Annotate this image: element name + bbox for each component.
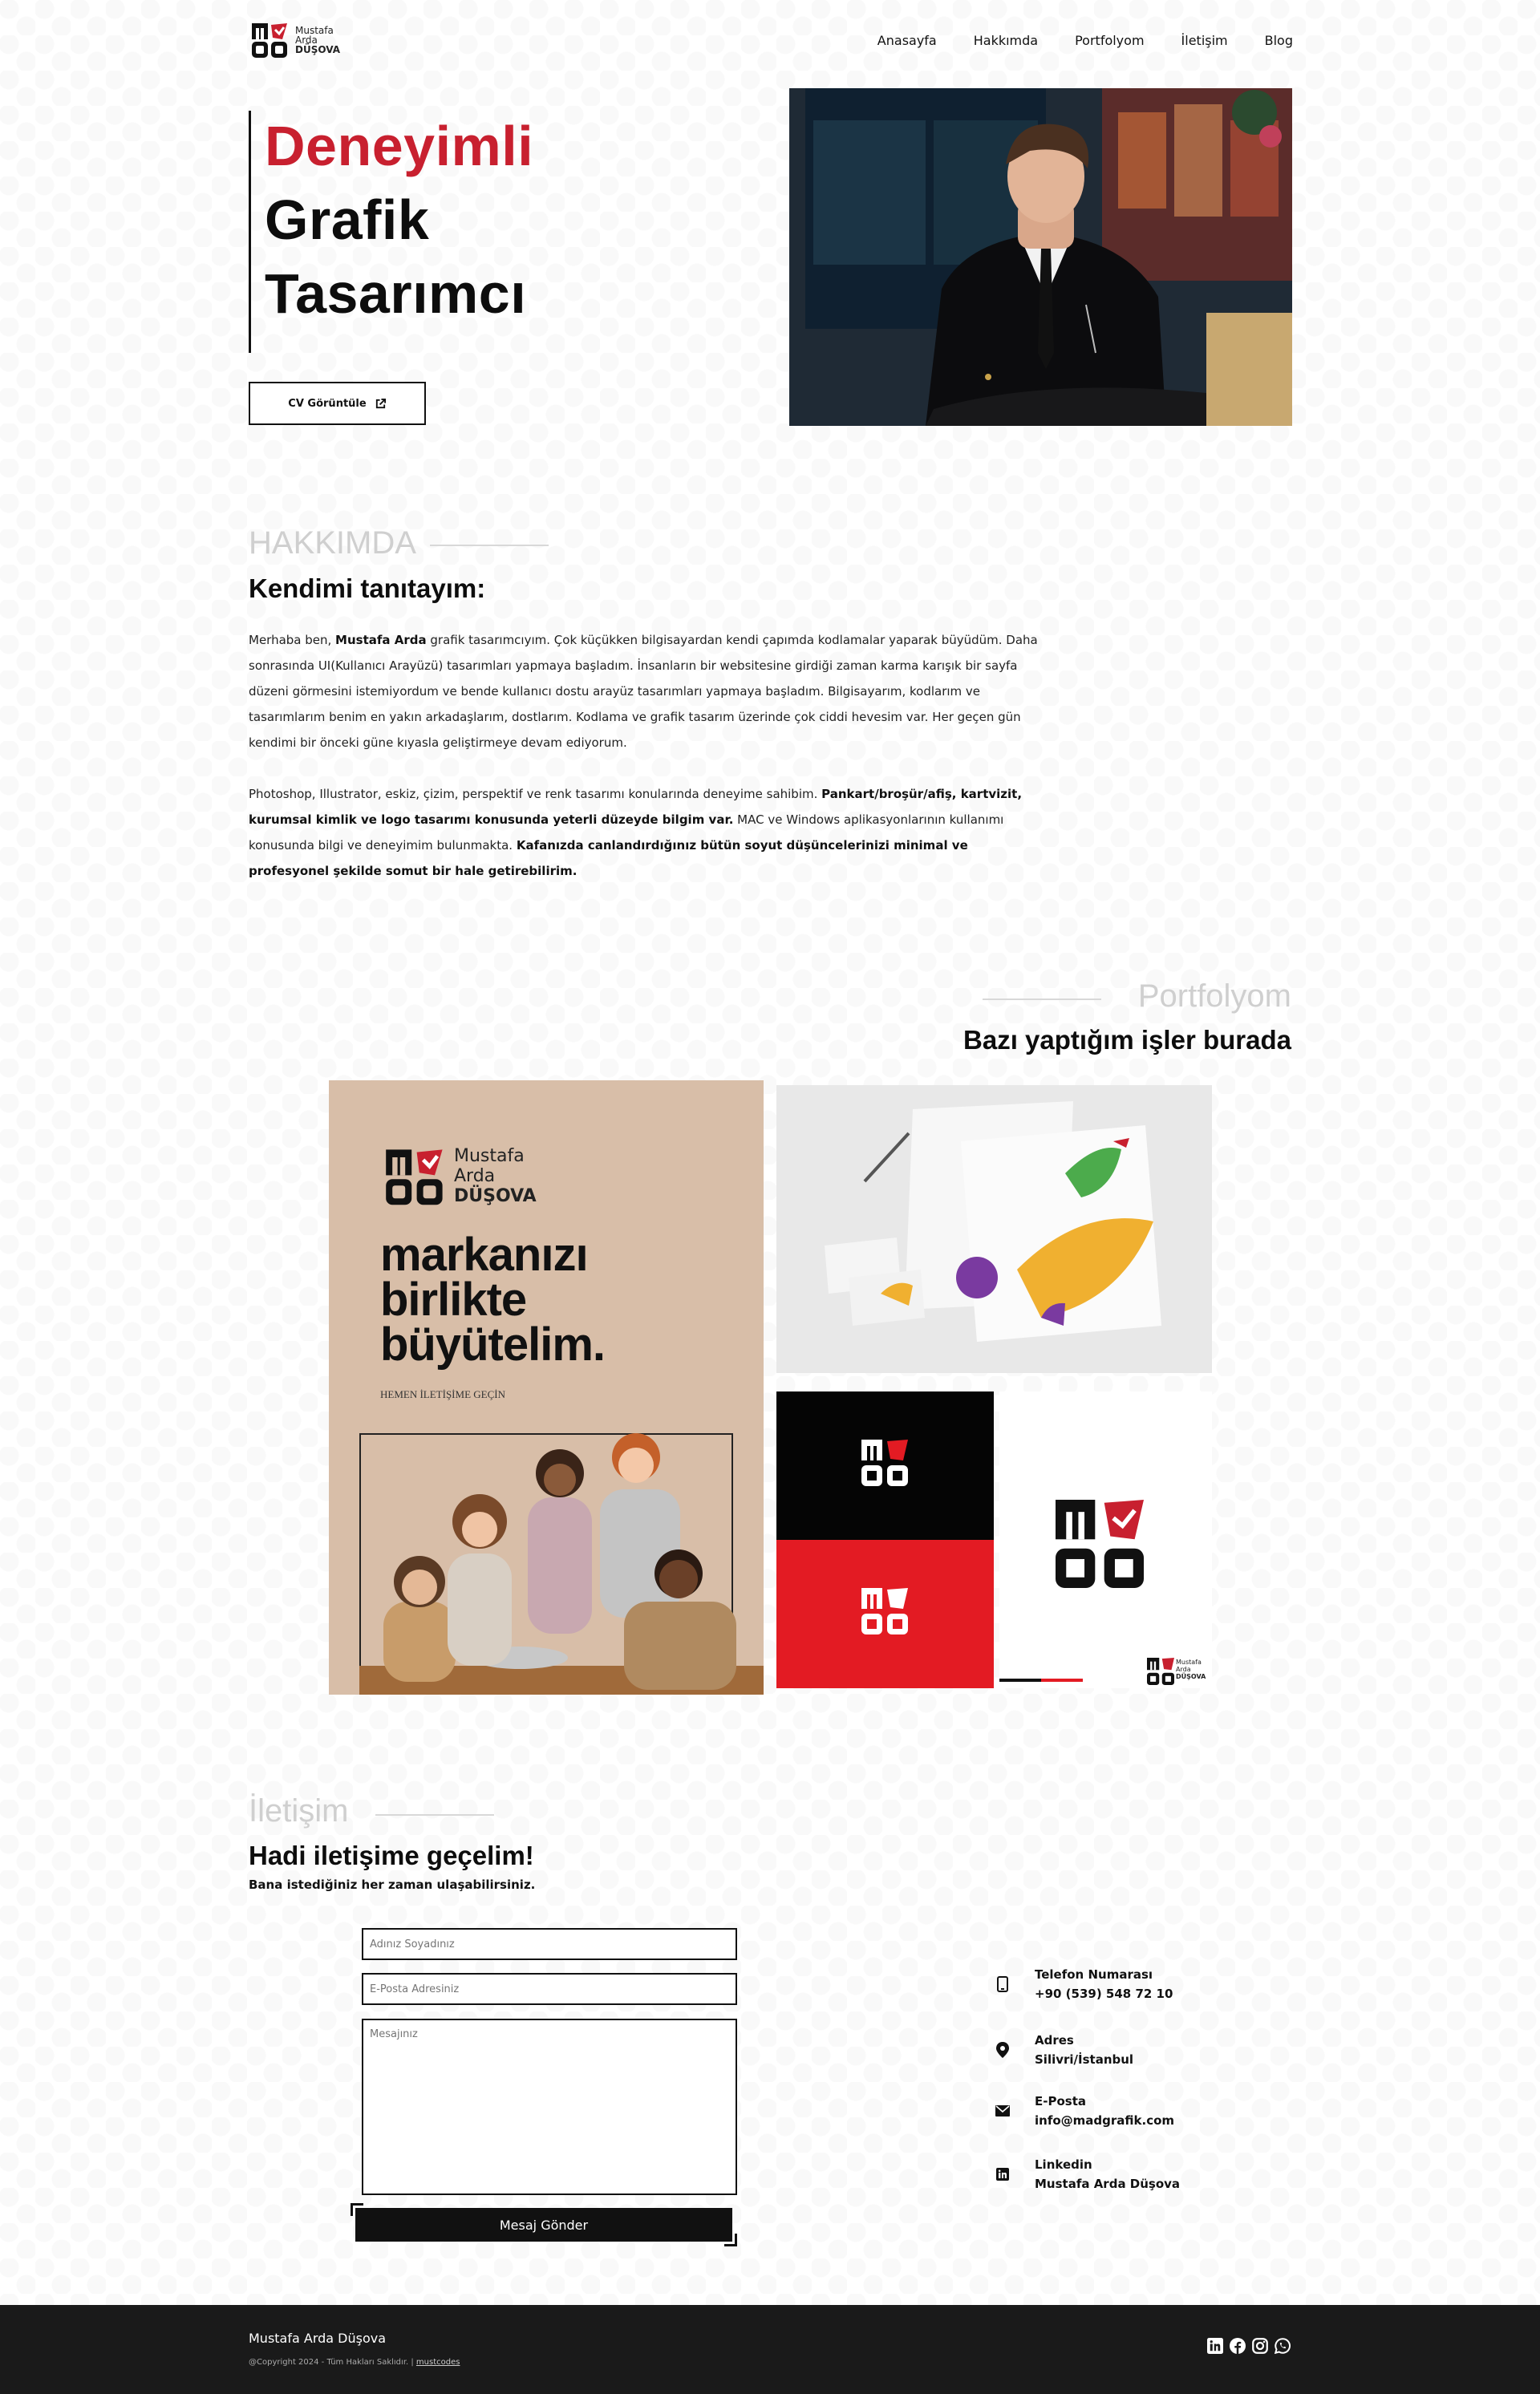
poster-brand: Mustafa Arda DÜŞOVA <box>454 1146 537 1206</box>
whatsapp-social-icon[interactable] <box>1274 2337 1291 2355</box>
social-links <box>1206 2337 1291 2355</box>
linkedin-social-icon[interactable] <box>1206 2337 1224 2355</box>
poster-team-photo <box>359 1433 764 1695</box>
poster-brand-line-3: DÜŞOVA <box>454 1186 537 1206</box>
contact-subtitle: Bana istediğiniz her zaman ulaşabilirsin… <box>249 1878 536 1892</box>
logo-small-brand: Mustafa Arda DÜŞOVA <box>1176 1659 1206 1680</box>
mini-brand-line-1: Mustafa <box>1176 1659 1202 1666</box>
linkedin-value: Mustafa Arda Düşova <box>1035 2177 1181 2191</box>
contact-info-address: Adres Silivri/İstanbul <box>995 2031 1133 2069</box>
logo-large-icon <box>1056 1500 1144 1588</box>
portfolio-item-poster[interactable]: Mustafa Arda DÜŞOVA markanızı birlikte b… <box>329 1080 764 1695</box>
portfolio-item-logo-white[interactable]: Mustafa Arda DÜŞOVA <box>999 1391 1212 1688</box>
poster-headline-3: büyütelim. <box>380 1319 606 1371</box>
cv-view-label: CV Görüntüle <box>288 397 367 410</box>
brand-line-3: DÜŞOVA <box>295 44 340 55</box>
footer-link[interactable]: mustcodes <box>416 2358 460 2367</box>
site-footer <box>0 2305 1540 2394</box>
email-label: E-Posta <box>1035 2094 1086 2108</box>
nav-anasayfa[interactable]: Anasayfa <box>877 33 937 48</box>
color-swatch-red <box>1041 1679 1083 1682</box>
location-icon <box>995 2042 1011 2058</box>
about-paragraph-2: Photoshop, Illustrator, eskiz, çizim, pe… <box>249 781 1051 884</box>
contact-info-phone[interactable]: Telefon Numarası +90 (539) 548 72 10 <box>995 1965 1173 2003</box>
profile-photo-illustration <box>789 88 1292 426</box>
address-label: Adres <box>1035 2033 1074 2048</box>
contact-kicker: İletişim <box>249 1793 349 1829</box>
poster-headline: markanızı birlikte büyütelim. <box>380 1229 606 1371</box>
portfolio-title: Bazı yaptığım işler burada <box>963 1025 1291 1055</box>
about-kicker-line <box>430 545 549 546</box>
phone-icon <box>995 1976 1011 1992</box>
logo-small-icon <box>1147 1658 1174 1685</box>
nav-portfolyom[interactable]: Portfolyom <box>1075 33 1144 48</box>
branding-mockup-illustration <box>776 1085 1212 1373</box>
linkedin-icon <box>995 2166 1011 2182</box>
portfolio-kicker-line <box>983 999 1101 1000</box>
cv-view-button[interactable]: CV Görüntüle <box>249 382 426 425</box>
mail-icon <box>995 2103 1011 2119</box>
hero-title: Deneyimli Grafik Tasarımcı <box>265 109 533 330</box>
phone-value: +90 (539) 548 72 10 <box>1035 1987 1173 2001</box>
about-kicker: HAKKIMDA <box>249 525 416 561</box>
portfolio-item-logo-variants[interactable] <box>776 1391 994 1688</box>
message-textarea[interactable] <box>362 2019 737 2195</box>
poster-logo-icon <box>386 1149 443 1205</box>
about-title: Kendimi tanıtayım: <box>249 573 486 603</box>
contact-info-linkedin[interactable]: Linkedin Mustafa Arda Düşova <box>995 2155 1180 2193</box>
footer-name: Mustafa Arda Düşova <box>249 2331 387 2346</box>
send-message-button[interactable]: Mesaj Gönder <box>355 2208 732 2242</box>
portfolio-item-branding[interactable] <box>776 1085 1212 1373</box>
about-p2-text-a: Photoshop, Illustrator, eskiz, çizim, pe… <box>249 787 822 801</box>
poster-brand-line-1: Mustafa <box>454 1146 525 1166</box>
brand-name: Mustafa Arda DÜŞOVA <box>295 26 340 55</box>
mini-brand-line-2: Arda <box>1176 1666 1191 1673</box>
poster-subtitle: HEMEN İLETİŞİME GEÇİN <box>380 1388 505 1400</box>
profile-photo <box>789 88 1292 426</box>
main-nav: Anasayfa Hakkımda Portfolyom İletişim Bl… <box>877 33 1293 48</box>
brand-logo[interactable]: Mustafa Arda DÜŞOVA <box>250 19 340 61</box>
poster-brand-line-2: Arda <box>454 1166 496 1186</box>
nav-blog[interactable]: Blog <box>1265 33 1293 48</box>
name-input[interactable] <box>362 1928 737 1960</box>
about-paragraph-1: Merhaba ben, Mustafa Arda grafik tasarım… <box>249 627 1051 755</box>
contact-title: Hadi iletişime geçelim! <box>249 1841 534 1870</box>
email-input[interactable] <box>362 1973 737 2005</box>
linkedin-label: Linkedin <box>1035 2157 1092 2172</box>
contact-kicker-line <box>375 1814 494 1816</box>
footer-copyright-text: @Copyright 2024 - Tüm Hakları Saklıdır. … <box>249 2358 416 2367</box>
mini-brand-line-3: DÜŞOVA <box>1176 1673 1206 1680</box>
hero-title-line-1: Deneyimli <box>265 115 534 177</box>
hero-title-line-3: Tasarımcı <box>265 262 527 325</box>
facebook-social-icon[interactable] <box>1229 2337 1246 2355</box>
hero-accent-bar <box>249 111 251 353</box>
portfolio-kicker: Portfolyom <box>1137 978 1291 1014</box>
about-p1-text-b: grafik tasarımcıyım. Çok küçükken bilgis… <box>249 633 1038 750</box>
logo-variants-illustration <box>776 1391 994 1688</box>
poster-headline-1: markanızı <box>380 1229 589 1281</box>
instagram-social-icon[interactable] <box>1251 2337 1269 2355</box>
about-p1-name: Mustafa Arda <box>335 633 427 647</box>
nav-hakkimda[interactable]: Hakkımda <box>974 33 1038 48</box>
hero-title-line-2: Grafik <box>265 188 430 251</box>
address-value: Silivri/İstanbul <box>1035 2052 1134 2067</box>
email-value: info@madgrafik.com <box>1035 2113 1175 2128</box>
contact-info-email[interactable]: E-Posta info@madgrafik.com <box>995 2092 1174 2130</box>
nav-iletisim[interactable]: İletişim <box>1181 33 1228 48</box>
poster-headline-2: birlikte <box>380 1274 527 1326</box>
about-p1-text-a: Merhaba ben, <box>249 633 336 647</box>
mad-logo-icon <box>252 23 287 58</box>
external-link-icon <box>375 398 386 408</box>
footer-copyright: @Copyright 2024 - Tüm Hakları Saklıdır. … <box>249 2358 460 2367</box>
phone-label: Telefon Numarası <box>1035 1967 1153 1982</box>
